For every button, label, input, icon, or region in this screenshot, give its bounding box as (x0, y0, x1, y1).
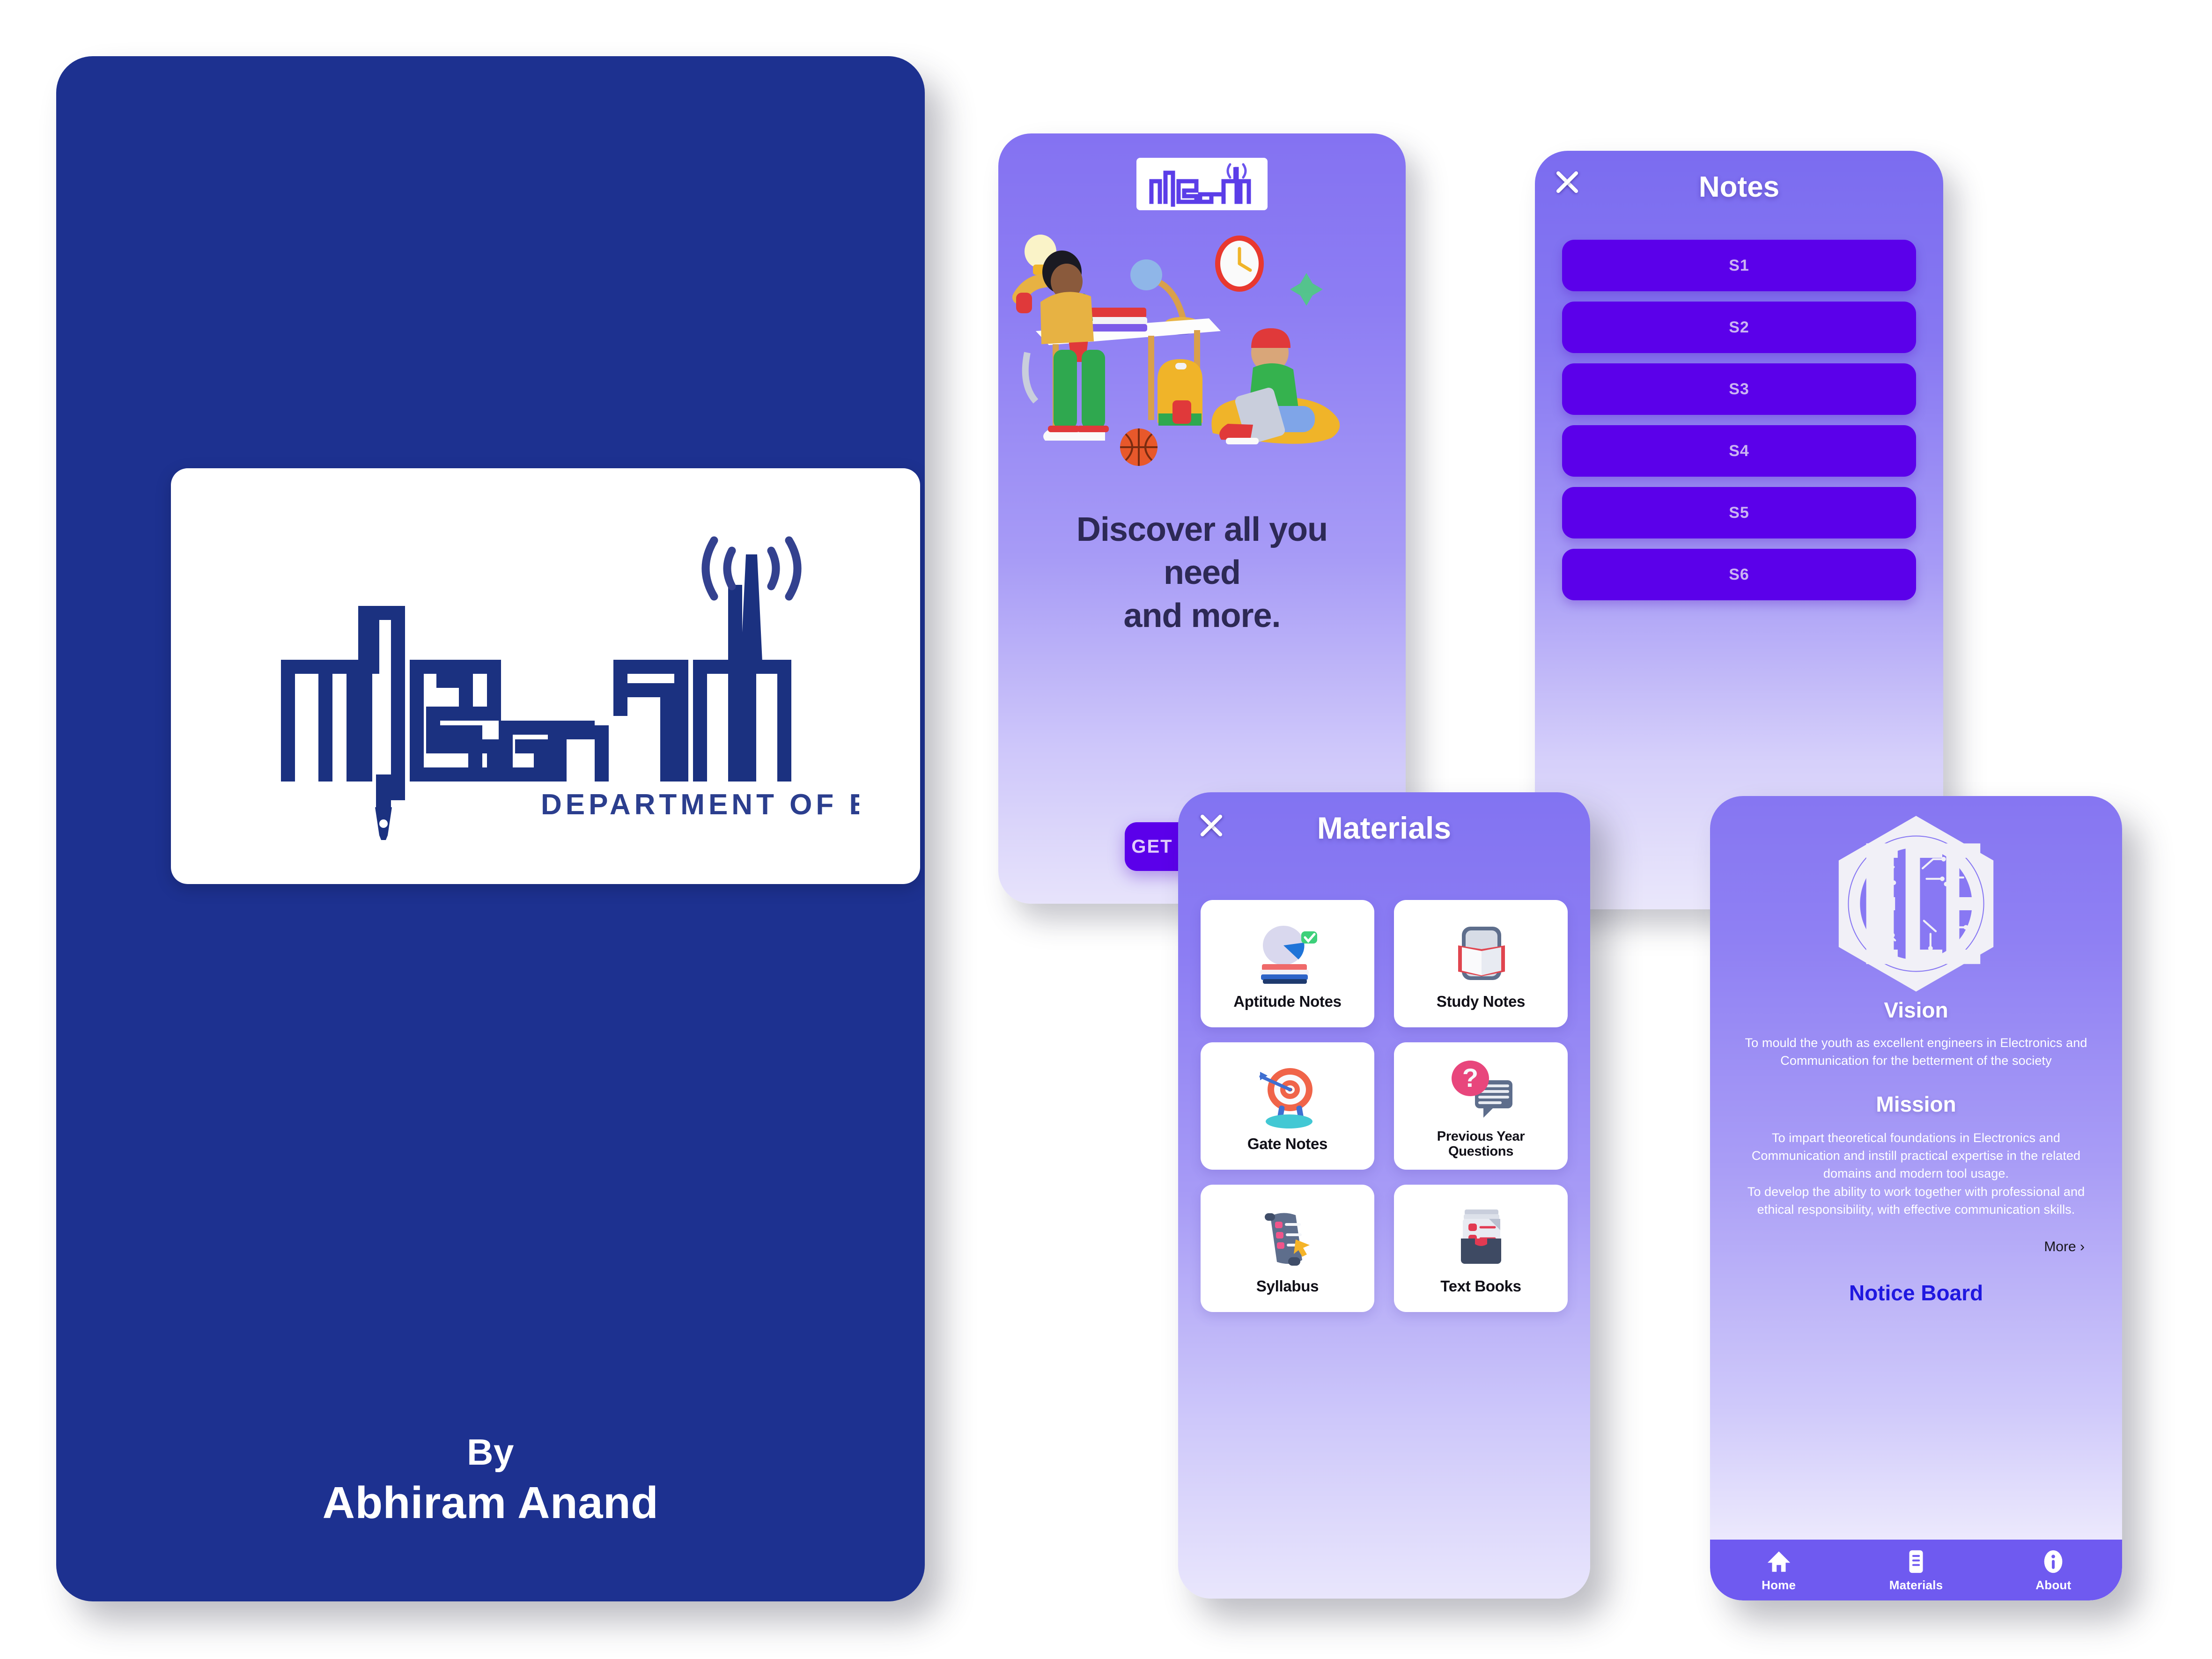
document-icon (1909, 1550, 1923, 1573)
sparkle-icon (1290, 273, 1323, 306)
semester-button-s5[interactable]: S5 (1562, 487, 1916, 538)
semester-button-s1[interactable]: S1 (1562, 240, 1916, 291)
material-label: Previous Year Questions (1437, 1129, 1525, 1159)
app-logo-mini-svg (1149, 163, 1251, 207)
onboarding-headline: Discover all you need and more. (1017, 508, 1387, 637)
semester-button-s4[interactable]: S4 (1562, 425, 1916, 477)
notes-title: Notes (1698, 171, 1780, 203)
pie-chart-books-icon (1253, 917, 1323, 988)
material-label: Gate Notes (1247, 1135, 1328, 1152)
home-icon (1767, 1551, 1790, 1572)
app-logo-card: DEPARTMENT OF ECE (171, 468, 920, 884)
mission-body: To impart theoretical foundations in Ele… (1747, 1130, 2085, 1217)
material-label: Aptitude Notes (1233, 992, 1342, 1010)
brand-lockup: DEPARTMENT OF ECE (232, 512, 916, 846)
info-icon (2044, 1550, 2063, 1573)
vision-body: To mould the youth as excellent engineer… (1745, 1036, 2087, 1068)
semester-list: S1 S2 S3 S4 S5 S6 (1562, 240, 1916, 611)
nav-label: Materials (1889, 1578, 1943, 1592)
logo-subtitle: DEPARTMENT OF ECE (541, 789, 859, 821)
ece-emblem-icon (1818, 805, 2014, 1002)
person-at-desk (1012, 251, 1109, 441)
material-label: Text Books (1440, 1277, 1521, 1295)
vision-title: Vision (1884, 998, 1948, 1022)
open-book-tablet-icon (1446, 917, 1516, 988)
headline-line-2: need (1163, 554, 1241, 592)
semester-button-s3[interactable]: S3 (1562, 363, 1916, 415)
bottom-navigation-bar: Home Materials About (1710, 1540, 2122, 1600)
headline-line-1: Discover all you (1076, 511, 1328, 548)
basketball-icon (1120, 428, 1158, 466)
scroll-checklist-icon (1253, 1202, 1323, 1273)
svg-text:?: ? (1462, 1063, 1478, 1092)
splash-screen-panel: DEPARTMENT OF ECE By Abhiram Anand (56, 56, 925, 1601)
material-card-previous-year-questions[interactable]: ? Previous Year Questions (1394, 1042, 1568, 1170)
semester-button-s2[interactable]: S2 (1562, 302, 1916, 353)
about-screen-panel: Vision To mould the youth as excellent e… (1710, 796, 2122, 1600)
tower-mast (740, 554, 763, 671)
material-card-text-books[interactable]: Text Books (1394, 1185, 1568, 1312)
notes-screen-panel: Notes S1 S2 S3 S4 S5 S6 (1535, 151, 1943, 909)
book-stack-icon (1087, 308, 1147, 332)
author-credit: By Abhiram Anand (56, 1430, 925, 1532)
material-card-aptitude-notes[interactable]: Aptitude Notes (1201, 900, 1374, 1027)
person-on-beanbag (1211, 328, 1340, 444)
question-chat-icon: ? (1446, 1053, 1516, 1124)
material-label: Syllabus (1256, 1277, 1319, 1295)
backpack-icon (1158, 359, 1202, 426)
app-logo-badge (1136, 158, 1268, 210)
material-label-line-1: Previous Year (1437, 1128, 1525, 1144)
semester-button-s6[interactable]: S6 (1562, 549, 1916, 600)
more-link[interactable]: More › (1736, 1239, 2096, 1255)
onboarding-screen-panel: Discover all you need and more. GET STAR… (998, 133, 1406, 904)
material-label-line-2: Questions (1448, 1144, 1514, 1159)
about-content: Vision To mould the youth as excellent e… (1736, 997, 2096, 1305)
onboarding-illustration (1008, 227, 1396, 471)
brand-logo-svg: DEPARTMENT OF ECE (281, 536, 916, 846)
notice-board-link[interactable]: Notice Board (1736, 1280, 2096, 1305)
mission-title: Mission (1876, 1091, 1956, 1116)
nav-item-about[interactable]: About (2006, 1548, 2100, 1593)
headline-line-3: and more. (1123, 597, 1281, 635)
book-tray-icon (1446, 1202, 1516, 1273)
credit-prefix: By (467, 1431, 514, 1473)
material-label: Study Notes (1436, 992, 1526, 1010)
nav-item-home[interactable]: Home (1732, 1548, 1826, 1593)
materials-title: Materials (1317, 811, 1452, 845)
material-card-syllabus[interactable]: Syllabus (1201, 1185, 1374, 1312)
nav-label: Home (1762, 1578, 1796, 1592)
nav-label: About (2035, 1578, 2072, 1592)
nav-item-materials[interactable]: Materials (1869, 1548, 1963, 1593)
materials-screen-panel: Materials Aptitude Notes Study Notes Gat… (1178, 792, 1590, 1599)
material-card-study-notes[interactable]: Study Notes (1394, 900, 1568, 1027)
wall-clock-icon (1215, 236, 1264, 292)
material-card-gate-notes[interactable]: Gate Notes (1201, 1042, 1374, 1170)
materials-grid: Aptitude Notes Study Notes Gate Notes ? … (1201, 900, 1568, 1312)
pen-nib-icon (375, 774, 392, 846)
author-name: Abhiram Anand (322, 1478, 659, 1528)
target-dartboard-icon (1253, 1060, 1323, 1131)
